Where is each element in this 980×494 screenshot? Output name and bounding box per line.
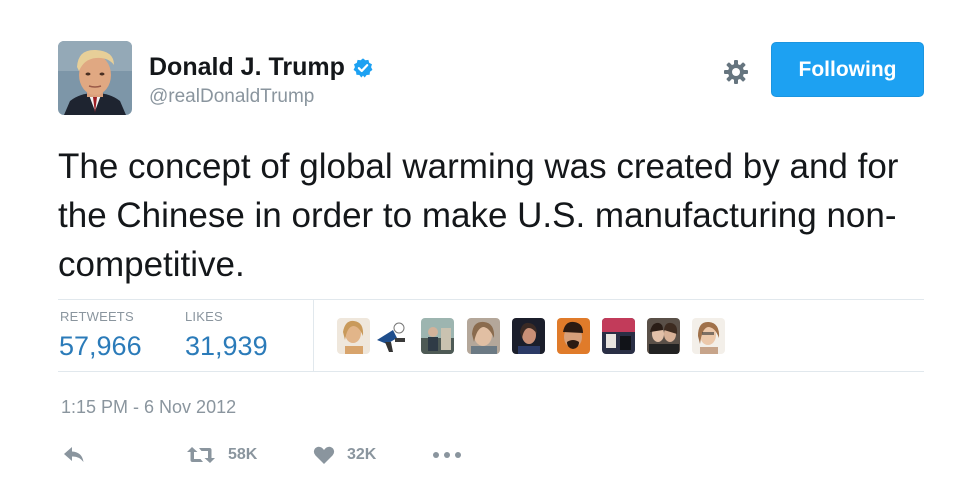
liker-avatar[interactable] bbox=[692, 318, 725, 354]
liker-avatar[interactable] bbox=[375, 318, 408, 354]
more-icon bbox=[433, 452, 461, 458]
retweet-button[interactable]: 58K bbox=[186, 442, 257, 468]
retweet-count: 58K bbox=[228, 446, 258, 463]
reply-icon bbox=[64, 447, 84, 462]
verified-badge-icon bbox=[353, 57, 373, 77]
liker-avatar[interactable] bbox=[647, 318, 680, 354]
heart-icon bbox=[313, 446, 335, 464]
liker-avatar[interactable] bbox=[557, 318, 590, 354]
author-name[interactable]: Donald J. Trump bbox=[149, 53, 374, 82]
retweet-icon bbox=[187, 447, 215, 463]
author-avatar[interactable] bbox=[58, 41, 132, 115]
retweets-label: RETWEETS bbox=[60, 309, 134, 324]
liker-avatar[interactable] bbox=[337, 318, 370, 354]
avatar-image bbox=[58, 41, 132, 115]
liker-avatar[interactable] bbox=[421, 318, 454, 354]
stats-top-divider bbox=[58, 299, 924, 300]
like-button[interactable]: 32K bbox=[313, 442, 376, 468]
following-button[interactable]: Following bbox=[771, 42, 924, 97]
stats-vertical-divider bbox=[313, 300, 314, 371]
liker-avatar[interactable] bbox=[512, 318, 545, 354]
retweets-count[interactable]: 57,966 bbox=[59, 331, 142, 362]
author-name-text[interactable]: Donald J. Trump bbox=[149, 53, 345, 82]
likes-count[interactable]: 31,939 bbox=[185, 331, 268, 362]
more-button[interactable] bbox=[432, 442, 462, 468]
tweet-text: The concept of global warming was create… bbox=[58, 147, 899, 284]
stats-bottom-divider bbox=[58, 371, 924, 372]
gear-icon[interactable] bbox=[722, 58, 750, 86]
likes-label: LIKES bbox=[185, 309, 223, 324]
liker-avatar[interactable] bbox=[467, 318, 500, 354]
author-handle[interactable]: @realDonaldTrump bbox=[149, 86, 314, 108]
tweet-timestamp[interactable]: 1:15 PM - 6 Nov 2012 bbox=[61, 397, 236, 418]
like-count: 32K bbox=[347, 446, 377, 463]
liker-avatar[interactable] bbox=[602, 318, 635, 354]
reply-button[interactable] bbox=[62, 442, 86, 468]
